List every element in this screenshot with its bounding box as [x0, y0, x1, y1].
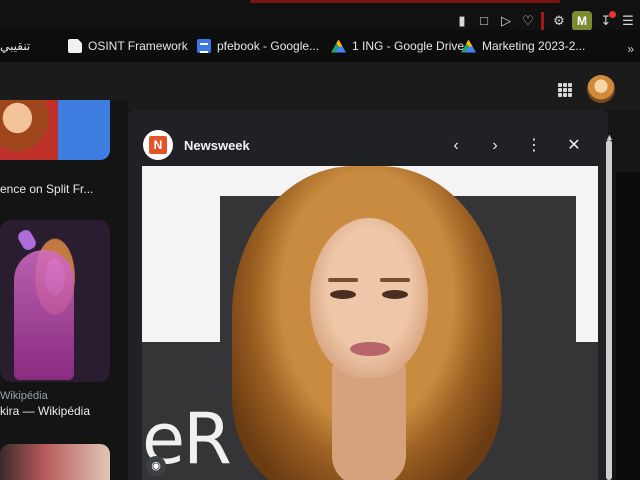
result-title[interactable]: kira — Wikipédia	[0, 404, 90, 418]
close-icon[interactable]: ✕	[564, 136, 584, 156]
site-name[interactable]: Newsweek	[184, 138, 250, 153]
more-options-icon[interactable]: ⋮	[524, 136, 544, 156]
result-thumbnail[interactable]	[0, 100, 110, 160]
result-thumbnail[interactable]	[0, 444, 110, 480]
pin-icon[interactable]: ▮	[454, 13, 470, 29]
google-drive-icon	[461, 39, 476, 53]
result-image-figure	[14, 250, 74, 380]
toolbar-divider	[541, 12, 544, 30]
scrollbar[interactable]	[606, 140, 612, 480]
google-drive-icon	[331, 39, 346, 53]
bookmark-item[interactable]: 1 ING - Google Drive	[331, 39, 464, 53]
browser-toolbar: ▮ □ ▷ ♡ ⚙ M ↧ ☰	[0, 0, 640, 31]
bookmark-item[interactable]: OSINT Framework	[68, 39, 188, 53]
google-docs-icon	[197, 39, 211, 53]
side-panel: Newsweek ‹ › ⋮ ✕ ▲ eR	[128, 110, 614, 480]
portrait	[202, 166, 532, 480]
crop-icon[interactable]: □	[476, 13, 492, 29]
lens-search-icon[interactable]: ◉	[146, 456, 166, 476]
newsweek-logo-icon	[143, 130, 173, 160]
apps-grid-icon[interactable]	[558, 83, 572, 97]
result-card[interactable]	[0, 220, 110, 382]
result-caption[interactable]: ence on Split Fr...	[0, 182, 93, 196]
bookmark-label: pfebook - Google...	[217, 39, 320, 53]
result-source: Wikipédia	[0, 390, 48, 402]
bookmark-item[interactable]: تنقيبي	[0, 39, 30, 53]
doc-icon	[68, 39, 82, 53]
bookmark-label: Marketing 2023-2...	[482, 39, 586, 53]
bookmarks-bar: تنقيبي OSINT Framework pfebook - Google.…	[0, 30, 640, 62]
bookmark-label: تنقيبي	[0, 39, 31, 53]
bookmark-item[interactable]: pfebook - Google...	[197, 39, 319, 53]
heart-icon[interactable]: ♡	[520, 13, 536, 29]
image-results-column: ence on Split Fr... Wikipédia kira — Wik…	[0, 100, 128, 480]
avatar[interactable]	[587, 75, 615, 103]
page-content: ence on Split Fr... Wikipédia kira — Wik…	[0, 62, 640, 480]
menu-icon[interactable]: ☰	[620, 13, 636, 29]
toolbar-accent-line	[250, 0, 560, 3]
bookmark-label: OSINT Framework	[88, 39, 188, 53]
previous-button[interactable]: ‹	[446, 136, 466, 156]
notification-dot	[609, 11, 616, 18]
download-icon[interactable]: ↧	[598, 11, 616, 29]
article-hero-image[interactable]: eR ◉	[142, 166, 598, 480]
puzzle-icon[interactable]: ⚙	[551, 13, 567, 29]
profile-badge[interactable]: M	[572, 11, 592, 31]
next-button[interactable]: ›	[485, 136, 505, 156]
bookmark-item[interactable]: Marketing 2023-2...	[461, 39, 585, 53]
play-icon[interactable]: ▷	[498, 13, 514, 29]
bookmark-label: 1 ING - Google Drive	[352, 39, 465, 53]
page-edge	[616, 172, 640, 480]
bookmarks-overflow-button[interactable]: »	[627, 42, 634, 56]
side-panel-header: Newsweek ‹ › ⋮ ✕ ▲	[128, 110, 614, 166]
